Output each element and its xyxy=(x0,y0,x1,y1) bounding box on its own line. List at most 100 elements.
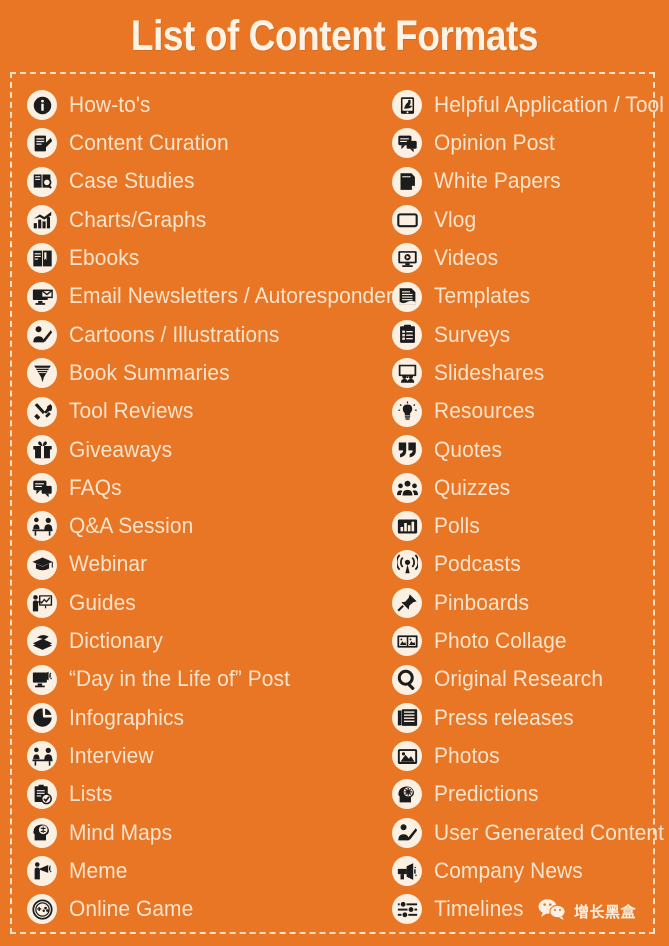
tablet-hand-icon xyxy=(392,90,422,121)
list-item: Guides xyxy=(27,584,377,622)
list-item: Cartoons / Illustrations xyxy=(27,316,377,354)
list-item-label: Opinion Post xyxy=(434,130,555,156)
pie-chart-icon xyxy=(27,702,57,733)
list-item-label: Templates xyxy=(434,283,531,309)
list-item-label: Videos xyxy=(434,245,499,271)
list-item-label: Podcasts xyxy=(434,551,521,577)
podcast-signal-icon xyxy=(392,549,422,580)
list-item: Interview xyxy=(27,737,377,775)
list-item-label: Photo Collage xyxy=(434,628,567,654)
list-item-label: How-to's xyxy=(69,91,151,117)
lightbulb-icon xyxy=(392,396,422,427)
list-item-label: Q&A Session xyxy=(69,513,194,539)
presenter-board-icon xyxy=(27,588,57,618)
list-item-label: Tool Reviews xyxy=(69,398,194,424)
list-item: Meme xyxy=(27,852,377,890)
list-item: Q&A Session xyxy=(27,507,377,545)
list-item: Quotes xyxy=(392,431,657,469)
list-item-label: Vlog xyxy=(434,206,477,232)
person-drawing-icon xyxy=(27,319,57,350)
clipboard-list-icon xyxy=(392,319,422,350)
list-item-label: Lists xyxy=(69,781,113,807)
list-item-label: Timelines xyxy=(434,896,524,922)
list-item-label: Company News xyxy=(434,857,583,883)
open-book-icon xyxy=(27,243,57,274)
list-item-label: Mind Maps xyxy=(69,819,173,845)
list-item: Email Newsletters / Autoresponders xyxy=(27,277,404,315)
list-item: Resources xyxy=(392,392,657,430)
magnifier-icon xyxy=(392,664,422,695)
list-item: Vlog xyxy=(392,201,657,239)
list-item: “Day in the Life of” Post xyxy=(27,660,377,698)
quotation-mark-icon xyxy=(392,434,422,465)
content-format-list-right: Helpful Application / Tool Opinion Post Wh… xyxy=(392,86,664,929)
list-item: Videos xyxy=(392,239,657,277)
list-item-label: Guides xyxy=(69,589,136,615)
list-item-label: Meme xyxy=(69,857,128,883)
list-item: Lists xyxy=(27,775,377,813)
list-item: Slideshares xyxy=(392,354,657,392)
watermark-text: 增长黑盒 xyxy=(574,903,637,921)
list-item: Press releases xyxy=(392,699,657,737)
list-item-label: Predictions xyxy=(434,781,539,807)
list-item: Ebooks xyxy=(27,239,377,277)
gift-icon xyxy=(27,434,57,465)
list-item-label: Webinar xyxy=(69,551,148,577)
tools-cross-icon xyxy=(27,396,57,427)
list-item: Surveys xyxy=(392,316,657,354)
list-item-label: Infographics xyxy=(69,704,185,730)
list-item: Opinion Post xyxy=(392,124,657,162)
speech-bubbles-icon xyxy=(27,473,57,504)
bar-chart-icon xyxy=(392,511,422,542)
graduation-cap-icon xyxy=(27,549,57,580)
list-item: Case Studies xyxy=(27,163,377,201)
two-people-table-icon xyxy=(27,511,57,542)
list-item: Webinar xyxy=(27,546,377,584)
list-item-label: Dictionary xyxy=(69,628,163,654)
list-item: Infographics xyxy=(27,699,377,737)
list-item: Quizzes xyxy=(392,469,657,507)
newspaper-icon xyxy=(392,702,422,733)
list-item: Photo Collage xyxy=(392,622,657,660)
list-item: Tool Reviews xyxy=(27,392,377,430)
page-fold-icon xyxy=(392,166,422,197)
list-item-label: White Papers xyxy=(434,168,561,194)
list-item: Book Summaries xyxy=(27,354,377,392)
info-circle-icon xyxy=(27,90,57,121)
list-item-label: Press releases xyxy=(434,704,574,730)
list-item: Predictions xyxy=(392,775,657,813)
list-item: Photos xyxy=(392,737,657,775)
list-item: Online Game xyxy=(27,890,377,928)
list-item-label: Ebooks xyxy=(69,245,140,271)
checklist-clipboard-icon xyxy=(27,779,57,810)
two-people-table-icon xyxy=(27,741,57,772)
list-item: Polls xyxy=(392,507,657,545)
list-item: Giveaways xyxy=(27,431,377,469)
people-group-icon xyxy=(392,473,422,504)
monitor-megaphone-icon xyxy=(27,664,57,695)
list-item: FAQs xyxy=(27,469,377,507)
page-title: List of Content Formats xyxy=(130,11,539,60)
megaphone-icon xyxy=(392,856,422,887)
list-item: Podcasts xyxy=(392,546,657,584)
list-item-label: Pinboards xyxy=(434,589,530,615)
push-pin-icon xyxy=(392,588,422,618)
monitor-play-icon xyxy=(392,243,422,274)
head-gear-icon xyxy=(392,779,422,810)
list-item: Original Research xyxy=(392,660,657,698)
list-item-label: Polls xyxy=(434,513,480,539)
document-lines-icon xyxy=(392,281,422,312)
bar-chart-arrow-icon xyxy=(27,205,57,236)
person-drawing-icon xyxy=(392,817,422,848)
list-item-label: Resources xyxy=(434,398,535,424)
list-item-label: Surveys xyxy=(434,321,511,347)
list-item: Company News xyxy=(392,852,657,890)
list-item-label: “Day in the Life of” Post xyxy=(69,666,290,692)
watermark: 增长黑盒 xyxy=(537,898,636,925)
list-item-label: Quizzes xyxy=(434,474,511,500)
speech-bubbles-icon xyxy=(392,128,422,159)
list-item-label: Case Studies xyxy=(69,168,195,194)
list-item-label: Giveaways xyxy=(69,436,173,462)
image-mountain-icon xyxy=(392,741,422,772)
list-item-label: Slideshares xyxy=(434,359,545,385)
